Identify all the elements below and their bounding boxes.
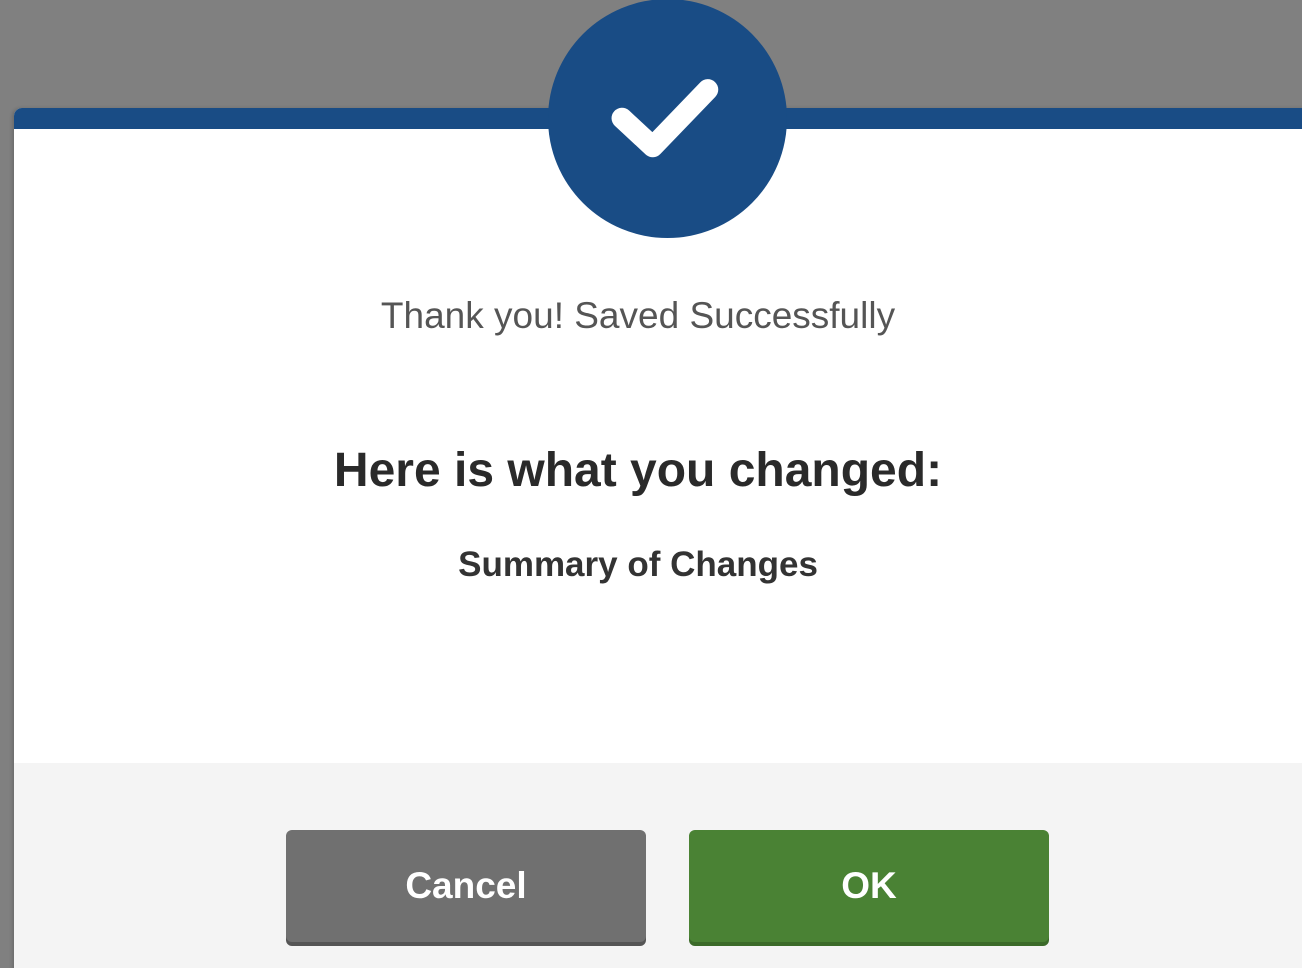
changes-summary: Summary of Changes (458, 545, 818, 584)
checkmark-icon (611, 78, 718, 157)
success-message: Thank you! Saved Successfully (380, 295, 896, 336)
dialog-footer (14, 763, 1302, 968)
changes-heading: Here is what you changed: (333, 444, 943, 497)
success-badge (548, 0, 787, 238)
cancel-button[interactable]: Cancel (286, 830, 646, 942)
ok-button[interactable]: OK (689, 830, 1049, 942)
